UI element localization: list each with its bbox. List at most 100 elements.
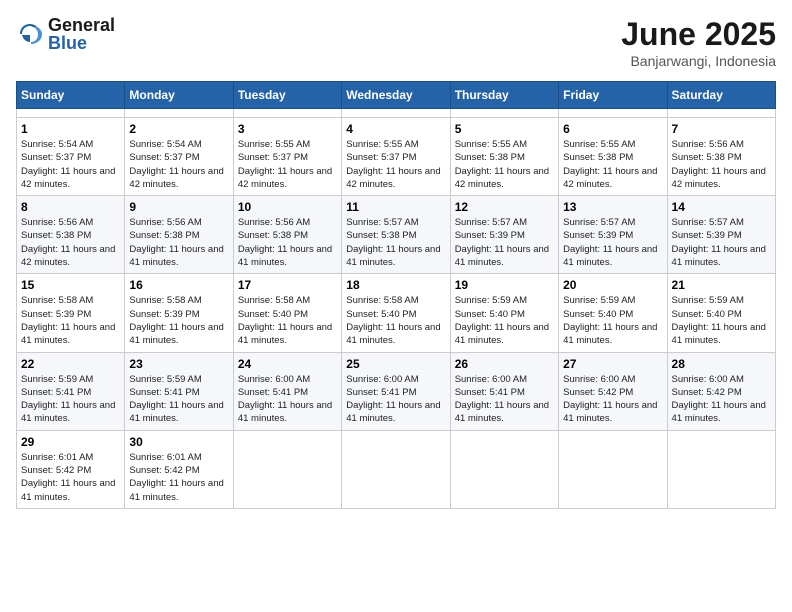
day-cell: 22 Sunrise: 5:59 AMSunset: 5:41 PMDayligh…: [17, 352, 125, 430]
day-number: 8: [21, 200, 120, 214]
day-cell: [17, 109, 125, 118]
title-block: June 2025 Banjarwangi, Indonesia: [621, 16, 776, 69]
day-cell: [233, 430, 341, 508]
day-cell: [125, 109, 233, 118]
day-info: Sunrise: 5:54 AMSunset: 5:37 PMDaylight:…: [129, 138, 228, 191]
day-cell: 17Sunrise: 5:58 AMSunset: 5:40 PMDayligh…: [233, 274, 341, 352]
day-cell: [450, 109, 558, 118]
day-info: Sunrise: 5:58 AMSunset: 5:40 PMDaylight:…: [346, 294, 445, 347]
day-cell: 24Sunrise: 6:00 AMSunset: 5:41 PMDayligh…: [233, 352, 341, 430]
logo-blue: Blue: [48, 34, 115, 52]
day-cell: 8 Sunrise: 5:56 AMSunset: 5:38 PMDaylight…: [17, 196, 125, 274]
day-number: 28: [672, 357, 771, 371]
day-info: Sunrise: 5:55 AMSunset: 5:37 PMDaylight:…: [346, 138, 445, 191]
day-info: Sunrise: 5:57 AMSunset: 5:39 PMDaylight:…: [563, 216, 662, 269]
day-info: Sunrise: 6:00 AMSunset: 5:41 PMDaylight:…: [346, 373, 445, 426]
day-info: Sunrise: 5:56 AMSunset: 5:38 PMDaylight:…: [672, 138, 771, 191]
day-number: 29: [21, 435, 120, 449]
day-number: 30: [129, 435, 228, 449]
day-number: 27: [563, 357, 662, 371]
day-number: 22: [21, 357, 120, 371]
header-cell-wednesday: Wednesday: [342, 82, 450, 109]
day-cell: [559, 430, 667, 508]
day-cell: [667, 109, 775, 118]
day-info: Sunrise: 5:55 AMSunset: 5:38 PMDaylight:…: [455, 138, 554, 191]
day-cell: 30 Sunrise: 6:01 AMSunset: 5:42 PMDayligh…: [125, 430, 233, 508]
day-info: Sunrise: 5:58 AMSunset: 5:40 PMDaylight:…: [238, 294, 337, 347]
logo-text: General Blue: [48, 16, 115, 52]
day-number: 25: [346, 357, 445, 371]
week-row-2: 8 Sunrise: 5:56 AMSunset: 5:38 PMDaylight…: [17, 196, 776, 274]
day-cell: 28Sunrise: 6:00 AMSunset: 5:42 PMDayligh…: [667, 352, 775, 430]
day-info: Sunrise: 6:00 AMSunset: 5:41 PMDaylight:…: [238, 373, 337, 426]
day-number: 10: [238, 200, 337, 214]
day-info: Sunrise: 5:59 AMSunset: 5:41 PMDaylight:…: [21, 373, 120, 426]
header-cell-sunday: Sunday: [17, 82, 125, 109]
day-cell: 25 Sunrise: 6:00 AMSunset: 5:41 PMDayligh…: [342, 352, 450, 430]
day-cell: [559, 109, 667, 118]
day-cell: 18 Sunrise: 5:58 AMSunset: 5:40 PMDayligh…: [342, 274, 450, 352]
week-row-3: 15Sunrise: 5:58 AMSunset: 5:39 PMDayligh…: [17, 274, 776, 352]
header-row: SundayMondayTuesdayWednesdayThursdayFrid…: [17, 82, 776, 109]
day-info: Sunrise: 5:54 AMSunset: 5:37 PMDaylight:…: [21, 138, 120, 191]
day-number: 5: [455, 122, 554, 136]
day-cell: [667, 430, 775, 508]
day-cell: 14Sunrise: 5:57 AMSunset: 5:39 PMDayligh…: [667, 196, 775, 274]
day-cell: 23Sunrise: 5:59 AMSunset: 5:41 PMDayligh…: [125, 352, 233, 430]
week-row-1: 1 Sunrise: 5:54 AMSunset: 5:37 PMDaylight…: [17, 118, 776, 196]
day-info: Sunrise: 6:01 AMSunset: 5:42 PMDaylight:…: [21, 451, 120, 504]
day-info: Sunrise: 5:59 AMSunset: 5:40 PMDaylight:…: [563, 294, 662, 347]
day-number: 7: [672, 122, 771, 136]
day-number: 16: [129, 278, 228, 292]
day-cell: 4 Sunrise: 5:55 AMSunset: 5:37 PMDaylight…: [342, 118, 450, 196]
day-number: 13: [563, 200, 662, 214]
day-cell: 13 Sunrise: 5:57 AMSunset: 5:39 PMDayligh…: [559, 196, 667, 274]
day-cell: 19 Sunrise: 5:59 AMSunset: 5:40 PMDayligh…: [450, 274, 558, 352]
day-number: 21: [672, 278, 771, 292]
day-number: 9: [129, 200, 228, 214]
day-info: Sunrise: 6:01 AMSunset: 5:42 PMDaylight:…: [129, 451, 228, 504]
header-cell-tuesday: Tuesday: [233, 82, 341, 109]
day-info: Sunrise: 6:00 AMSunset: 5:41 PMDaylight:…: [455, 373, 554, 426]
day-cell: 3Sunrise: 5:55 AMSunset: 5:37 PMDaylight…: [233, 118, 341, 196]
day-info: Sunrise: 5:59 AMSunset: 5:40 PMDaylight:…: [455, 294, 554, 347]
day-number: 1: [21, 122, 120, 136]
header-cell-friday: Friday: [559, 82, 667, 109]
day-number: 4: [346, 122, 445, 136]
day-cell: 6Sunrise: 5:55 AMSunset: 5:38 PMDaylight…: [559, 118, 667, 196]
day-info: Sunrise: 6:00 AMSunset: 5:42 PMDaylight:…: [563, 373, 662, 426]
day-info: Sunrise: 5:58 AMSunset: 5:39 PMDaylight:…: [21, 294, 120, 347]
header-cell-saturday: Saturday: [667, 82, 775, 109]
day-info: Sunrise: 5:56 AMSunset: 5:38 PMDaylight:…: [21, 216, 120, 269]
day-info: Sunrise: 5:57 AMSunset: 5:39 PMDaylight:…: [672, 216, 771, 269]
day-cell: 11Sunrise: 5:57 AMSunset: 5:38 PMDayligh…: [342, 196, 450, 274]
day-cell: 21 Sunrise: 5:59 AMSunset: 5:40 PMDayligh…: [667, 274, 775, 352]
day-cell: 7 Sunrise: 5:56 AMSunset: 5:38 PMDaylight…: [667, 118, 775, 196]
day-cell: 10Sunrise: 5:56 AMSunset: 5:38 PMDayligh…: [233, 196, 341, 274]
day-cell: [342, 430, 450, 508]
day-number: 20: [563, 278, 662, 292]
day-number: 19: [455, 278, 554, 292]
day-number: 11: [346, 200, 445, 214]
day-cell: 16Sunrise: 5:58 AMSunset: 5:39 PMDayligh…: [125, 274, 233, 352]
logo-general: General: [48, 16, 115, 34]
day-cell: 20 Sunrise: 5:59 AMSunset: 5:40 PMDayligh…: [559, 274, 667, 352]
page-header: General Blue June 2025 Banjarwangi, Indo…: [16, 16, 776, 69]
day-number: 3: [238, 122, 337, 136]
day-info: Sunrise: 5:59 AMSunset: 5:40 PMDaylight:…: [672, 294, 771, 347]
logo: General Blue: [16, 16, 115, 52]
day-cell: 26Sunrise: 6:00 AMSunset: 5:41 PMDayligh…: [450, 352, 558, 430]
day-cell: 15Sunrise: 5:58 AMSunset: 5:39 PMDayligh…: [17, 274, 125, 352]
header-cell-thursday: Thursday: [450, 82, 558, 109]
day-cell: 27 Sunrise: 6:00 AMSunset: 5:42 PMDayligh…: [559, 352, 667, 430]
week-row-4: 22 Sunrise: 5:59 AMSunset: 5:41 PMDayligh…: [17, 352, 776, 430]
day-cell: 9Sunrise: 5:56 AMSunset: 5:38 PMDaylight…: [125, 196, 233, 274]
day-number: 12: [455, 200, 554, 214]
week-row-0: [17, 109, 776, 118]
day-cell: 12Sunrise: 5:57 AMSunset: 5:39 PMDayligh…: [450, 196, 558, 274]
day-cell: 29 Sunrise: 6:01 AMSunset: 5:42 PMDayligh…: [17, 430, 125, 508]
day-number: 18: [346, 278, 445, 292]
header-cell-monday: Monday: [125, 82, 233, 109]
calendar-table: SundayMondayTuesdayWednesdayThursdayFrid…: [16, 81, 776, 509]
calendar-title: June 2025: [621, 16, 776, 53]
